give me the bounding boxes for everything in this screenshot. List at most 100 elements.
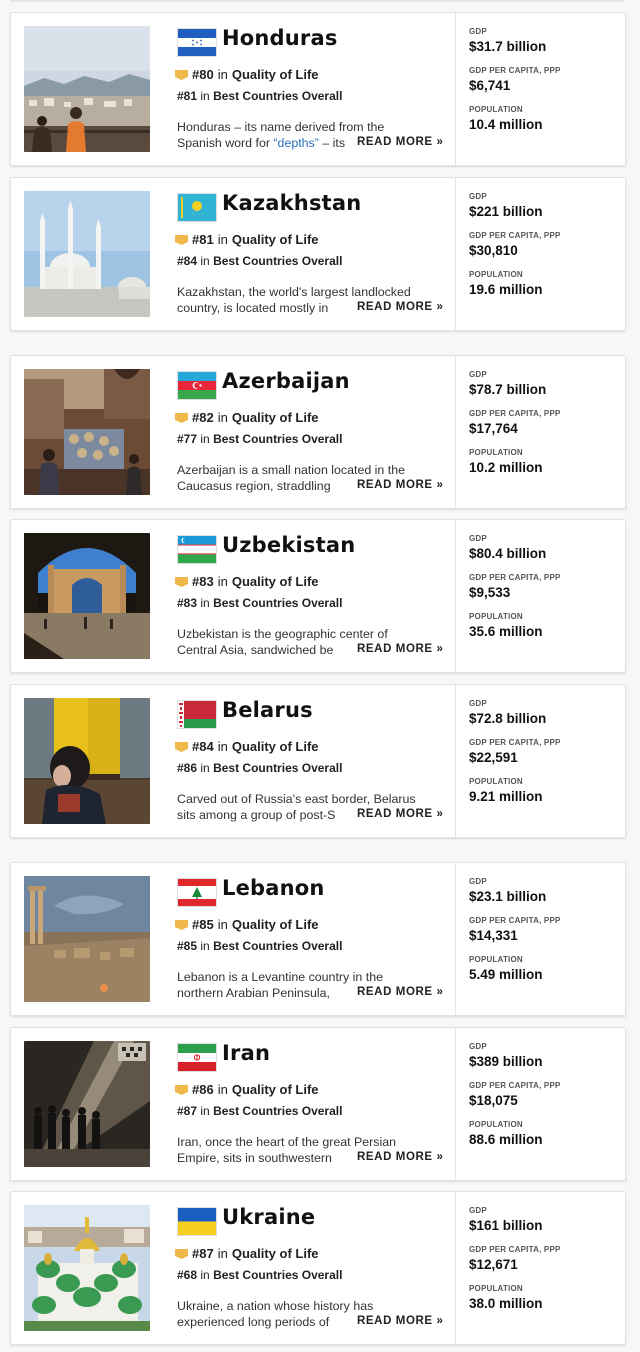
rank-in-text: in <box>200 89 210 103</box>
country-name-link[interactable]: Belarus <box>222 698 313 722</box>
belarus-flag-icon <box>177 700 217 729</box>
country-photo[interactable] <box>24 191 150 317</box>
gdp-per-capita-label: GDP PER CAPITA, PPP <box>469 573 561 582</box>
gdp-per-capita-value: $17,764 <box>469 421 518 436</box>
population-value: 5.49 million <box>469 967 543 982</box>
quality-of-life-rank: #85 in Quality of Life <box>175 917 319 932</box>
description-line: Carved out of Russia's east border, Bela… <box>177 792 416 806</box>
quality-of-life-rank: #82 in Quality of Life <box>175 410 319 425</box>
gdp-label: GDP <box>469 370 487 379</box>
gdp-label: GDP <box>469 1206 487 1215</box>
medal-icon <box>175 919 188 930</box>
qol-rank-number: #86 <box>192 1082 214 1097</box>
qol-category-link[interactable]: Quality of Life <box>232 1246 319 1261</box>
country-stats: GDP $221 billion GDP PER CAPITA, PPP $30… <box>469 192 619 309</box>
description-line: Azerbaijan is a small nation located in … <box>177 463 405 477</box>
overall-rank-number: #81 <box>177 89 198 103</box>
population-label: POPULATION <box>469 1284 523 1293</box>
qol-category-link[interactable]: Quality of Life <box>232 1082 319 1097</box>
country-card-honduras: Honduras #80 in Quality of Life #81 in B… <box>10 12 626 166</box>
overall-category-link[interactable]: Best Countries Overall <box>213 254 342 268</box>
overall-rank: #84 in Best Countries Overall <box>177 254 342 268</box>
qol-category-link[interactable]: Quality of Life <box>232 574 319 589</box>
overall-category-link[interactable]: Best Countries Overall <box>213 432 342 446</box>
qol-category-link[interactable]: Quality of Life <box>232 67 319 82</box>
read-more-link[interactable]: READ MORE » <box>349 1151 444 1163</box>
read-more-link[interactable]: READ MORE » <box>349 808 444 820</box>
country-name-link[interactable]: Lebanon <box>222 876 325 900</box>
qol-category-link[interactable]: Quality of Life <box>232 410 319 425</box>
overall-rank-number: #77 <box>177 432 198 446</box>
country-photo[interactable] <box>24 26 150 152</box>
gdp-value: $161 billion <box>469 1218 543 1233</box>
population-label: POPULATION <box>469 1120 523 1129</box>
country-name-link[interactable]: Iran <box>222 1041 270 1065</box>
overall-rank: #81 in Best Countries Overall <box>177 89 342 103</box>
country-card-lebanon: Lebanon #85 in Quality of Life #85 in Be… <box>10 862 626 1016</box>
country-card-iran: Iran #86 in Quality of Life #87 in Best … <box>10 1027 626 1181</box>
quality-of-life-rank: #81 in Quality of Life <box>175 232 319 247</box>
overall-category-link[interactable]: Best Countries Overall <box>213 939 342 953</box>
rank-in-text: in <box>200 254 210 268</box>
gdp-value: $72.8 billion <box>469 711 547 726</box>
rank-in-text: in <box>200 1268 210 1282</box>
population-value: 10.2 million <box>469 460 543 475</box>
ukraine-flag-icon <box>177 1207 217 1236</box>
rank-in-text: in <box>200 432 210 446</box>
country-name-link[interactable]: Ukraine <box>222 1205 315 1229</box>
qol-category-link[interactable]: Quality of Life <box>232 232 319 247</box>
population-label: POPULATION <box>469 105 523 114</box>
description-line: Iran, once the heart of the great Persia… <box>177 1135 397 1149</box>
country-card-kazakhstan: Kazakhstan #81 in Quality of Life #84 in… <box>10 177 626 331</box>
country-photo[interactable] <box>24 876 150 1002</box>
overall-category-link[interactable]: Best Countries Overall <box>213 596 342 610</box>
population-label: POPULATION <box>469 955 523 964</box>
read-more-link[interactable]: READ MORE » <box>349 1315 444 1327</box>
gdp-value: $78.7 billion <box>469 382 547 397</box>
overall-category-link[interactable]: Best Countries Overall <box>213 761 342 775</box>
read-more-link[interactable]: READ MORE » <box>349 643 444 655</box>
gdp-per-capita-value: $30,810 <box>469 243 518 258</box>
read-more-link[interactable]: READ MORE » <box>349 136 444 148</box>
gdp-label: GDP <box>469 27 487 36</box>
country-stats: GDP $78.7 billion GDP PER CAPITA, PPP $1… <box>469 370 619 487</box>
population-value: 19.6 million <box>469 282 543 297</box>
qol-category-link[interactable]: Quality of Life <box>232 739 319 754</box>
read-more-link[interactable]: READ MORE » <box>349 986 444 998</box>
country-name-link[interactable]: Kazakhstan <box>222 191 361 215</box>
medal-icon <box>175 576 188 587</box>
country-photo[interactable] <box>24 1041 150 1167</box>
population-value: 10.4 million <box>469 117 543 132</box>
gdp-label: GDP <box>469 877 487 886</box>
iran-flag-icon <box>177 1043 217 1072</box>
country-card-ukraine: Ukraine #87 in Quality of Life #68 in Be… <box>10 1191 626 1345</box>
quality-of-life-rank: #86 in Quality of Life <box>175 1082 319 1097</box>
country-photo[interactable] <box>24 698 150 824</box>
overall-rank: #86 in Best Countries Overall <box>177 761 342 775</box>
country-name-link[interactable]: Honduras <box>222 26 338 50</box>
read-more-link[interactable]: READ MORE » <box>349 479 444 491</box>
rank-in-text: in <box>217 574 228 589</box>
gdp-per-capita-label: GDP PER CAPITA, PPP <box>469 231 561 240</box>
country-stats: GDP $389 billion GDP PER CAPITA, PPP $18… <box>469 1042 619 1159</box>
gdp-label: GDP <box>469 699 487 708</box>
gdp-label: GDP <box>469 1042 487 1051</box>
country-name-link[interactable]: Uzbekistan <box>222 533 355 557</box>
read-more-link[interactable]: READ MORE » <box>349 301 444 313</box>
country-photo[interactable] <box>24 1205 150 1331</box>
overall-category-link[interactable]: Best Countries Overall <box>213 1268 342 1282</box>
medal-icon <box>175 1248 188 1259</box>
overall-category-link[interactable]: Best Countries Overall <box>213 1104 342 1118</box>
overall-category-link[interactable]: Best Countries Overall <box>213 89 342 103</box>
population-value: 38.0 million <box>469 1296 543 1311</box>
rank-in-text: in <box>200 596 210 610</box>
uzbekistan-flag-icon <box>177 535 217 564</box>
country-name-link[interactable]: Azerbaijan <box>222 369 350 393</box>
overall-rank-number: #68 <box>177 1268 198 1282</box>
country-photo[interactable] <box>24 369 150 495</box>
medal-icon <box>175 234 188 245</box>
qol-category-link[interactable]: Quality of Life <box>232 917 319 932</box>
country-photo[interactable] <box>24 533 150 659</box>
depths-link[interactable]: “depths” <box>273 136 318 150</box>
gdp-per-capita-value: $18,075 <box>469 1093 518 1108</box>
